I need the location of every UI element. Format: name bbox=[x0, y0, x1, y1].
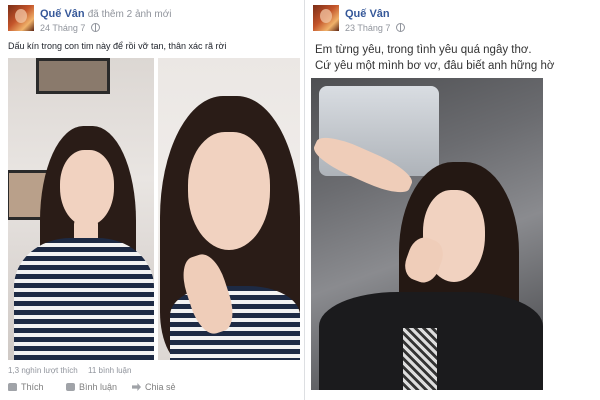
profile-avatar[interactable] bbox=[8, 5, 34, 31]
wall-frame bbox=[36, 58, 110, 94]
globe-icon bbox=[395, 23, 405, 32]
post-caption: Dấu kín trong con tim này để rồi vỡ tan,… bbox=[8, 41, 227, 51]
post-photo-2[interactable] bbox=[158, 58, 300, 360]
patterned-top bbox=[403, 328, 437, 390]
post-caption: Em từng yêu, trong tình yêu quá ngây thơ… bbox=[315, 42, 554, 74]
like-icon bbox=[8, 383, 17, 391]
face-shape bbox=[188, 132, 270, 250]
caption-line-2: Cứ yêu một mình bơ vơ, đâu biết anh hững… bbox=[315, 60, 555, 72]
post-date[interactable]: 23 Tháng 7 bbox=[345, 23, 390, 33]
globe-icon bbox=[90, 23, 100, 32]
like-button[interactable]: Thích bbox=[8, 382, 44, 392]
caption-line-1: Em từng yêu, trong tình yêu quá ngây thơ… bbox=[315, 44, 532, 56]
profile-avatar[interactable] bbox=[313, 5, 339, 31]
share-icon bbox=[132, 383, 141, 391]
post-card-left: Quế Vân đã thêm 2 ảnh mới 24 Tháng 7 Dấu… bbox=[0, 0, 304, 400]
comment-count[interactable]: 11 bình luận bbox=[88, 366, 131, 375]
comment-icon bbox=[66, 383, 75, 391]
comment-button[interactable]: Bình luận bbox=[66, 382, 117, 392]
post-action-bar: Thích Bình luận Chia sẻ bbox=[8, 382, 304, 396]
post-date-line: 24 Tháng 7 bbox=[40, 23, 100, 33]
reaction-counts: 1,3 nghìn lượt thích 11 bình luận bbox=[8, 366, 131, 375]
post-date[interactable]: 24 Tháng 7 bbox=[40, 23, 85, 33]
post-photo-1[interactable] bbox=[8, 58, 154, 360]
post-photo-car[interactable] bbox=[311, 78, 543, 390]
author-name[interactable]: Quế Vân bbox=[345, 8, 390, 20]
like-count[interactable]: 1,3 nghìn lượt thích bbox=[8, 366, 78, 375]
post-date-line: 23 Tháng 7 bbox=[345, 23, 405, 33]
like-label: Thích bbox=[21, 382, 44, 392]
author-name[interactable]: Quế Vân bbox=[40, 8, 85, 20]
face-shape bbox=[60, 150, 114, 226]
author-line: Quế Vân bbox=[345, 8, 390, 20]
author-line: Quế Vân đã thêm 2 ảnh mới bbox=[40, 8, 172, 20]
share-button[interactable]: Chia sẻ bbox=[132, 382, 176, 392]
striped-shirt bbox=[14, 238, 154, 360]
comment-label: Bình luận bbox=[79, 382, 118, 392]
share-label: Chia sẻ bbox=[145, 382, 176, 392]
post-card-right: Quế Vân 23 Tháng 7 Em từng yêu, trong tì… bbox=[304, 0, 600, 400]
post-activity-text: đã thêm 2 ảnh mới bbox=[87, 9, 172, 20]
